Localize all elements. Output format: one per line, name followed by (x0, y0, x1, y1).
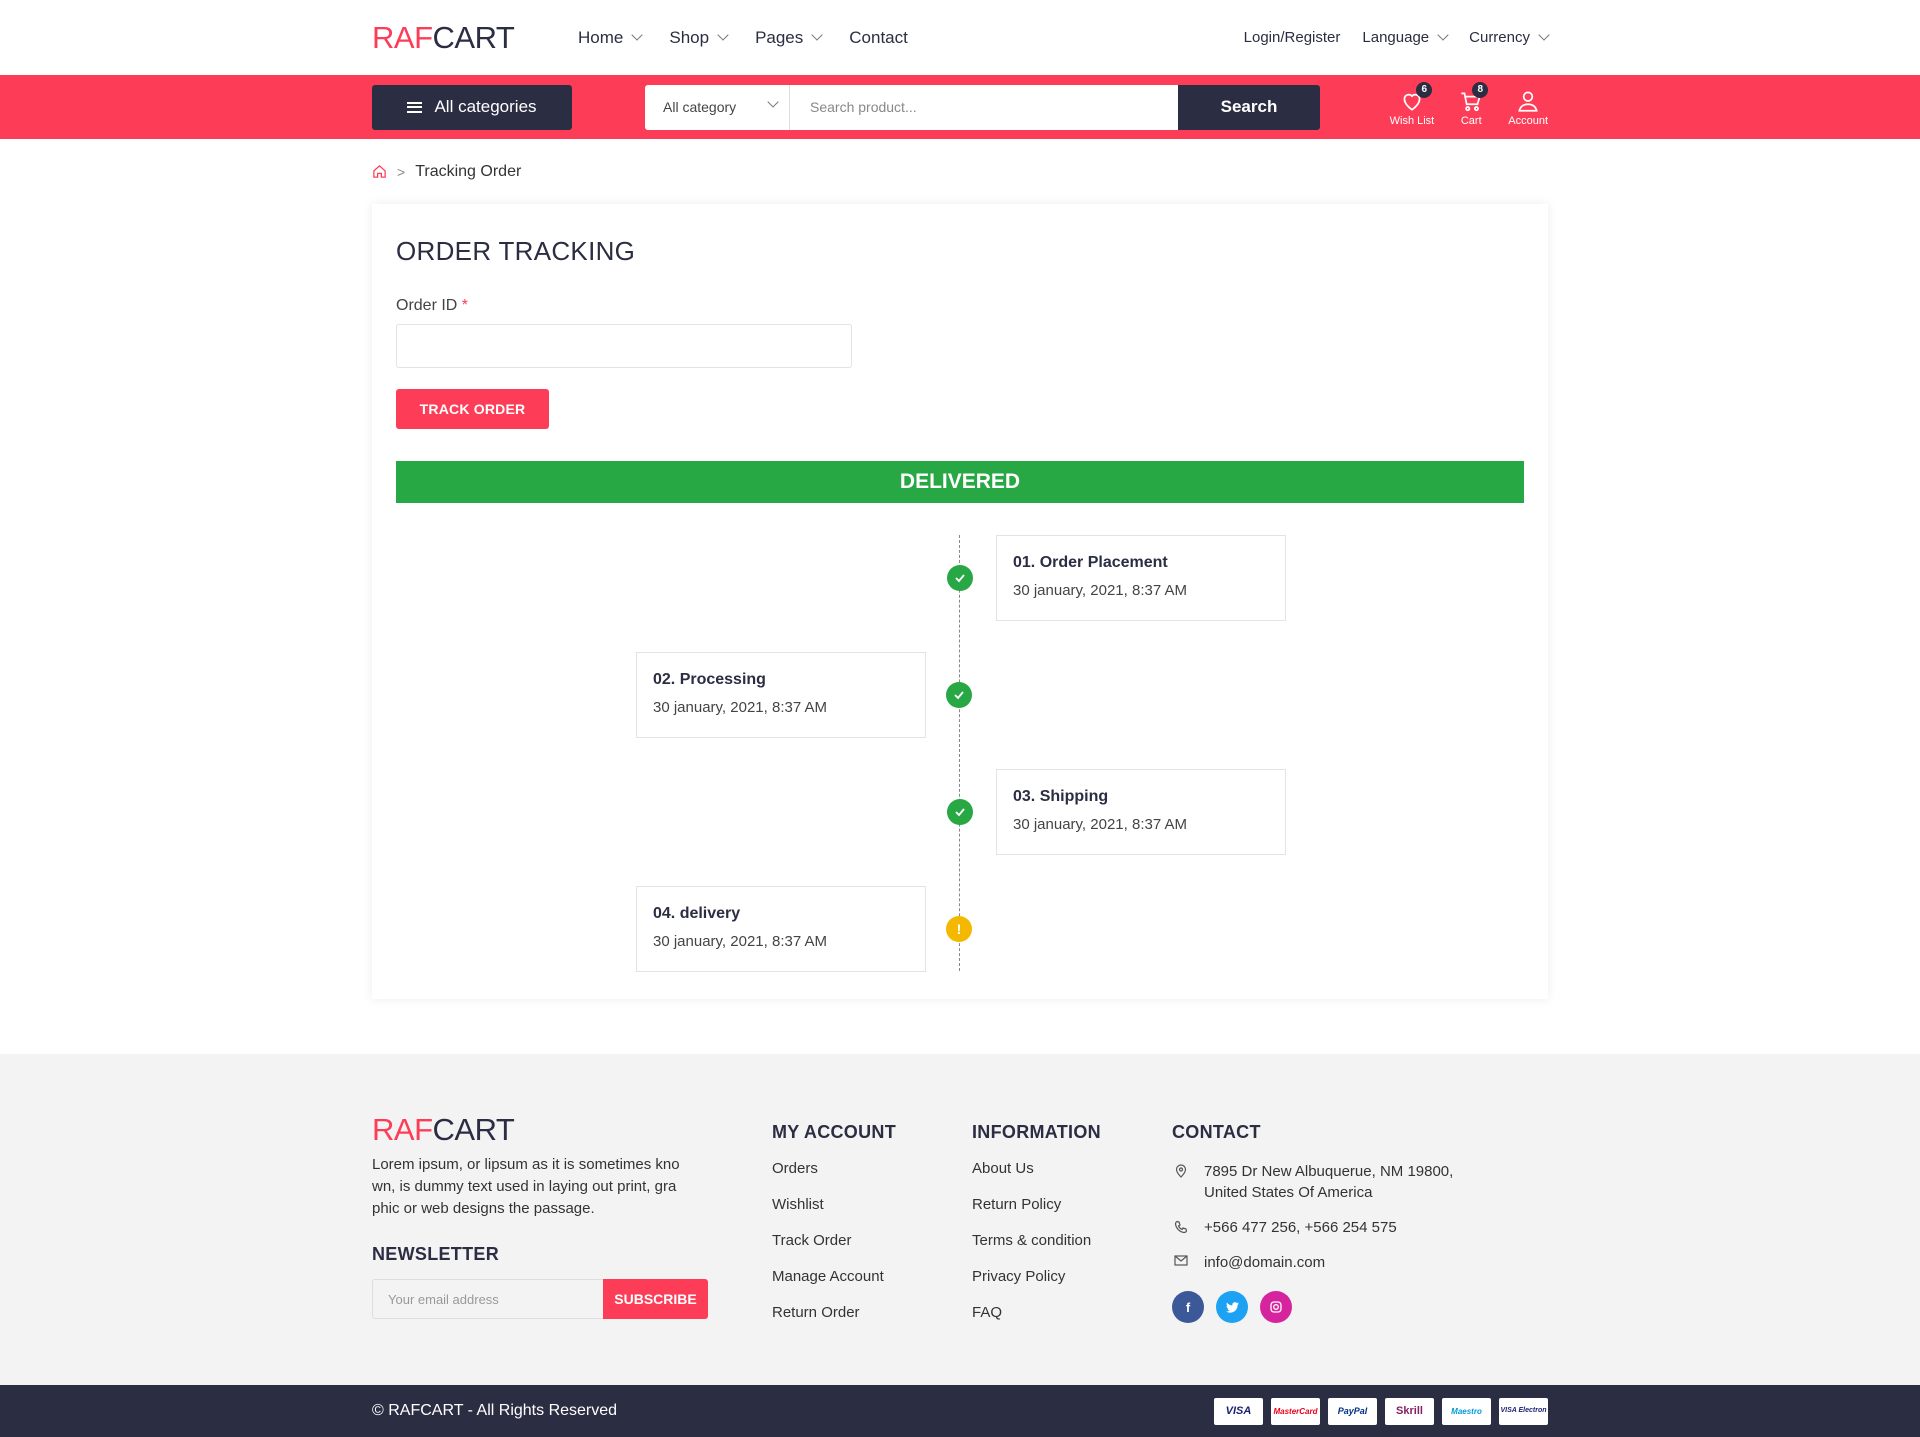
breadcrumb-current: Tracking Order (415, 162, 522, 180)
paypal-icon: PayPal (1328, 1397, 1377, 1425)
newsletter-email-input[interactable] (372, 1279, 603, 1319)
chevron-down-icon (1437, 29, 1449, 41)
footer-link-orders[interactable]: Orders (772, 1159, 896, 1195)
nav-pages[interactable]: Pages (755, 28, 823, 48)
footer-information: INFORMATION About Us Return Policy Terms… (972, 1112, 1101, 1339)
search-bar-strip: All categories All category Search 6 Wis… (0, 75, 1920, 139)
chevron-down-icon (717, 29, 729, 41)
breadcrumb: > Tracking Order (372, 139, 1548, 204)
order-tracking-card: ORDER TRACKING Order ID * TRACK ORDER DE… (372, 204, 1548, 999)
order-status-banner: DELIVERED (396, 461, 1524, 503)
timeline-step: 02. Processing 30 january, 2021, 8:37 AM (636, 652, 926, 738)
facebook-icon[interactable]: f (1172, 1291, 1204, 1323)
footer-contact: CONTACT 7895 Dr New Albuquerue, NM 19800… (1172, 1112, 1453, 1323)
footer-link-wishlist[interactable]: Wishlist (772, 1195, 896, 1231)
mail-icon (1172, 1252, 1190, 1273)
user-icon (1518, 90, 1538, 112)
wishlist-count-badge: 6 (1416, 81, 1433, 98)
twitter-icon[interactable] (1216, 1291, 1248, 1323)
chevron-down-icon (811, 29, 823, 41)
visa-electron-icon: VISA Electron (1499, 1397, 1548, 1425)
nav-home[interactable]: Home (578, 28, 644, 48)
nav-shop[interactable]: Shop (669, 28, 729, 48)
footer-link-return-order[interactable]: Return Order (772, 1303, 896, 1339)
newsletter-form: SUBSCRIBE (372, 1279, 708, 1319)
maestro-icon: Maestro (1442, 1397, 1491, 1425)
all-categories-button[interactable]: All categories (372, 84, 572, 130)
newsletter-title: NEWSLETTER (372, 1244, 499, 1264)
instagram-icon[interactable] (1260, 1291, 1292, 1323)
footer-link-return-policy[interactable]: Return Policy (972, 1195, 1101, 1231)
nav-contact[interactable]: Contact (849, 28, 908, 48)
search-form: All category Search (645, 84, 1320, 130)
cart-count-badge: 8 (1472, 81, 1489, 98)
footer-logo[interactable]: RAFCART (372, 1112, 578, 1148)
footer-link-track-order[interactable]: Track Order (772, 1231, 896, 1267)
check-icon (947, 799, 973, 825)
home-icon[interactable] (372, 164, 387, 179)
subscribe-button[interactable]: SUBSCRIBE (603, 1279, 708, 1319)
footer-link-faq[interactable]: FAQ (972, 1303, 1101, 1339)
timeline-step: 01. Order Placement 30 january, 2021, 8:… (996, 535, 1286, 621)
currency-dropdown[interactable]: Currency (1469, 29, 1550, 46)
footer-link-about[interactable]: About Us (972, 1159, 1101, 1195)
copyright-bar: © RAFCART - All Rights Reserved VISA Mas… (0, 1385, 1920, 1437)
footer-about: RAFCART Lorem ipsum, or lipsum as it is … (372, 1112, 708, 1319)
contact-email: info@domain.com (1172, 1252, 1453, 1273)
language-dropdown[interactable]: Language (1362, 29, 1449, 46)
footer-link-privacy[interactable]: Privacy Policy (972, 1267, 1101, 1303)
timeline-step: 03. Shipping 30 january, 2021, 8:37 AM (996, 769, 1286, 855)
cart-button[interactable]: 8 Cart (1452, 81, 1490, 127)
search-button[interactable]: Search (1178, 84, 1320, 130)
track-order-button[interactable]: TRACK ORDER (396, 389, 549, 429)
payment-methods: VISA MasterCard PayPal Skrill Maestro VI… (1214, 1397, 1548, 1425)
contact-address: 7895 Dr New Albuquerue, NM 19800, United … (1172, 1161, 1453, 1203)
footer-link-terms[interactable]: Terms & condition (972, 1231, 1101, 1267)
chevron-down-icon (767, 95, 779, 108)
brand-logo[interactable]: RAFCART (372, 20, 578, 56)
required-mark: * (461, 297, 469, 314)
category-select[interactable]: All category (645, 84, 790, 130)
footer-link-manage-account[interactable]: Manage Account (772, 1267, 896, 1303)
phone-icon (1172, 1217, 1190, 1238)
skrill-icon: Skrill (1385, 1397, 1434, 1425)
main-nav: Home Shop Pages Contact (578, 28, 936, 48)
menu-icon (407, 101, 423, 113)
top-right-nav: Login/Register Language Currency (1222, 29, 1550, 46)
chevron-down-icon (1538, 29, 1550, 41)
account-button[interactable]: Account (1508, 88, 1548, 127)
copyright-text: © RAFCART - All Rights Reserved (372, 1402, 618, 1419)
check-icon (947, 565, 973, 591)
top-header: RAFCART Home Shop Pages Contact Login/Re… (0, 0, 1920, 75)
timeline-step: 04. delivery 30 january, 2021, 8:37 AM (636, 886, 926, 972)
footer: RAFCART Lorem ipsum, or lipsum as it is … (0, 1054, 1920, 1385)
visa-icon: VISA (1214, 1397, 1263, 1425)
wishlist-button[interactable]: 6 Wish List (1390, 81, 1434, 127)
login-register-link[interactable]: Login/Register (1244, 29, 1341, 46)
location-pin-icon (1172, 1161, 1190, 1203)
footer-description: Lorem ipsum, or lipsum as it is sometime… (372, 1156, 680, 1217)
page-title: ORDER TRACKING (396, 236, 636, 266)
chevron-down-icon (631, 29, 644, 41)
tracking-timeline: 01. Order Placement 30 january, 2021, 8:… (396, 503, 1524, 972)
mastercard-icon: MasterCard (1271, 1397, 1320, 1425)
timeline-line (959, 535, 960, 971)
contact-phone: +566 477 256, +566 254 575 (1172, 1217, 1453, 1238)
warning-icon: ! (946, 916, 972, 942)
social-links: f (1172, 1291, 1453, 1323)
chevron-right-icon: > (397, 163, 406, 180)
search-input[interactable] (790, 84, 1178, 130)
check-icon (946, 682, 972, 708)
order-id-label: Order ID * (396, 297, 469, 314)
footer-my-account: MY ACCOUNT Orders Wishlist Track Order M… (772, 1112, 896, 1339)
order-id-input[interactable] (396, 324, 852, 368)
header-icons: 6 Wish List 8 Cart Account (1390, 81, 1548, 127)
